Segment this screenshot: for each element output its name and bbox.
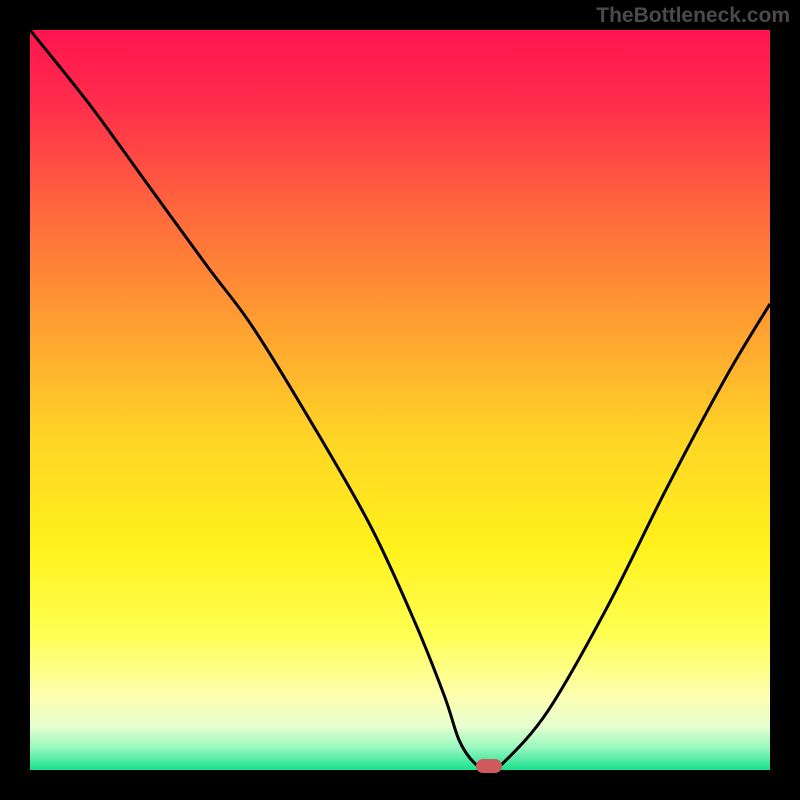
plot-area (30, 30, 770, 770)
curve-layer (30, 30, 770, 770)
watermark-text: TheBottleneck.com (596, 4, 790, 28)
optimal-marker (476, 759, 502, 773)
chart-container: TheBottleneck.com (0, 0, 800, 800)
bottleneck-curve (30, 30, 770, 770)
